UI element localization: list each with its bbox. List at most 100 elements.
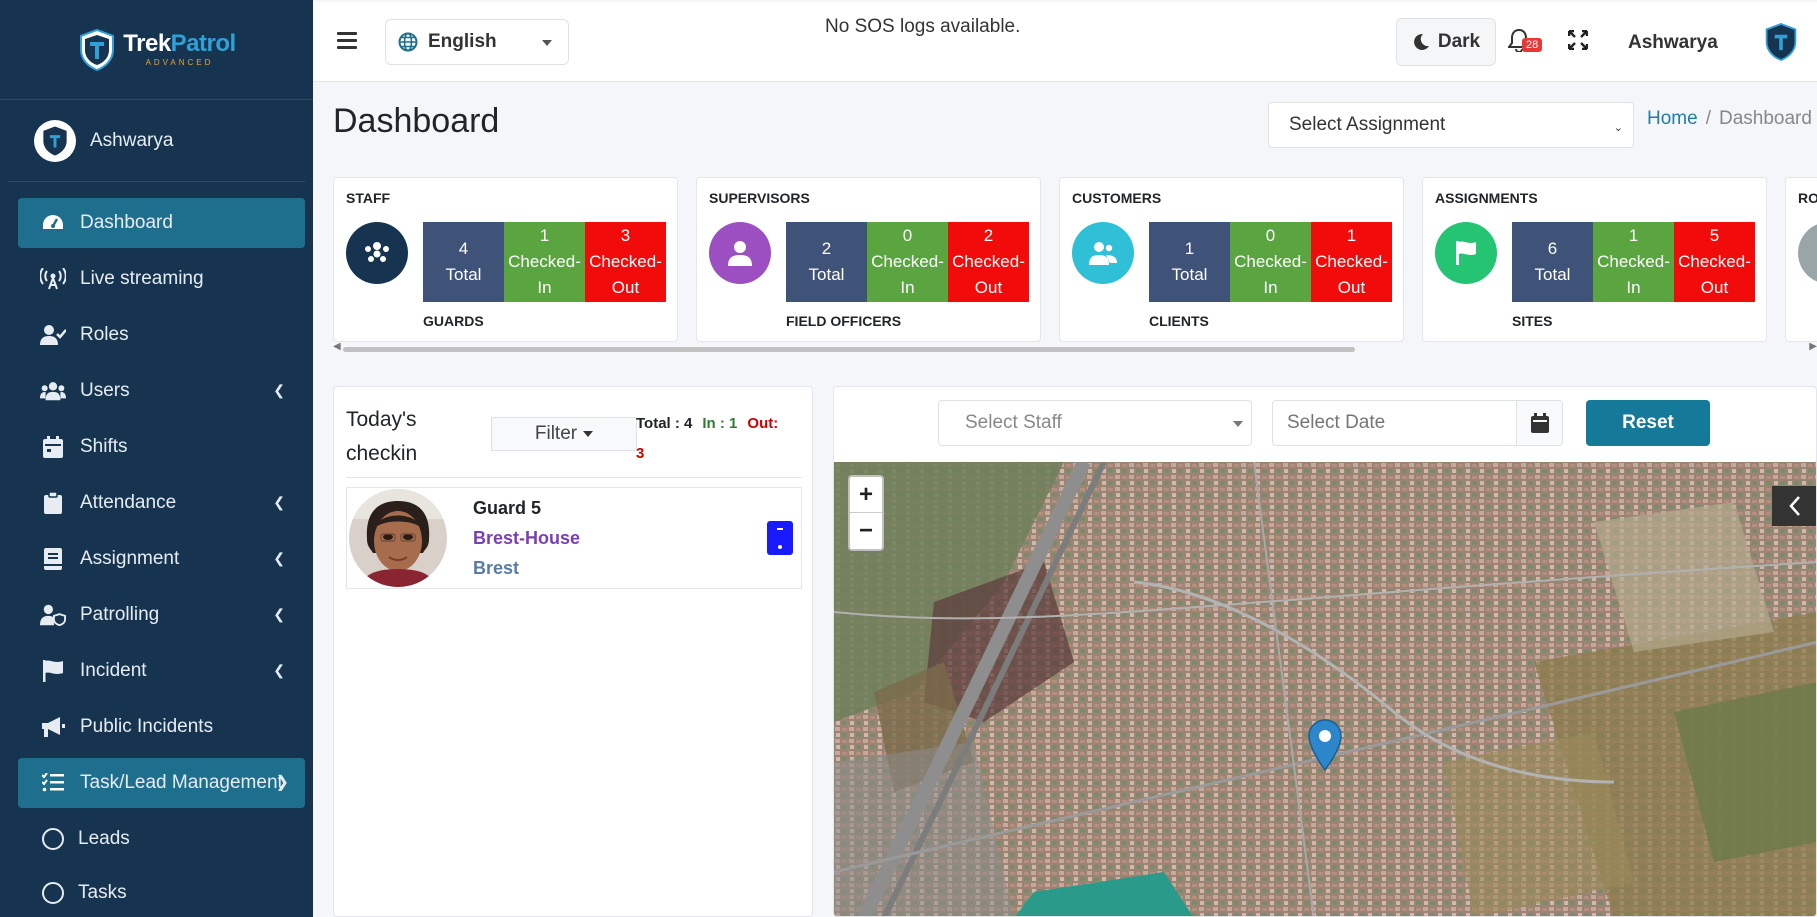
staff-select[interactable]: Select Staff bbox=[938, 400, 1252, 446]
breadcrumb-current: Dashboard bbox=[1718, 108, 1812, 129]
circle-icon bbox=[42, 828, 64, 850]
dark-mode-label: Dark bbox=[1437, 31, 1481, 52]
guards-icon bbox=[346, 222, 408, 284]
shield-avatar-icon bbox=[43, 125, 67, 156]
sidebar-item-dashboard[interactable]: Dashboard bbox=[18, 198, 305, 248]
flag-icon bbox=[40, 660, 66, 682]
checked-in-box[interactable]: 0 Checked-In bbox=[867, 222, 948, 302]
zoom-out-button[interactable]: − bbox=[850, 513, 882, 549]
checked-out-value: 1 bbox=[1346, 226, 1357, 245]
total-count-box[interactable]: 4 Total bbox=[423, 222, 504, 302]
checked-in-box[interactable]: 0 Checked-In bbox=[1230, 222, 1311, 302]
chevron-down-icon: ❯ bbox=[275, 774, 289, 791]
checked-out-label: Checked-Out bbox=[1678, 252, 1751, 297]
total-label: Total bbox=[1171, 265, 1208, 284]
checkin-title: Today's checkin bbox=[346, 408, 418, 465]
customers-card: CUSTOMERS 1 Total 0 Checked-In 1 Checked-Ou… bbox=[1059, 177, 1404, 342]
card-title: SUPERVISORS bbox=[709, 190, 810, 206]
checked-out-label: Checked-Out bbox=[952, 252, 1025, 297]
supervisors-card: SUPERVISORS 2 Total 0 Checked-In 2 Checked-… bbox=[696, 177, 1041, 342]
trekpatrol-logo[interactable]: TrekPatrol ADVANCED bbox=[77, 28, 236, 72]
total-count-box[interactable]: 6 Total bbox=[1512, 222, 1593, 302]
total-count-box[interactable]: 2 Total bbox=[786, 222, 867, 302]
sidebar-item-label: Dashboard bbox=[80, 212, 173, 233]
sidebar-item-label: Task/Lead Management bbox=[80, 772, 283, 793]
scrollbar-thumb[interactable] bbox=[343, 347, 1355, 352]
sidebar-item-label: Incident bbox=[80, 660, 147, 681]
date-input[interactable] bbox=[1272, 400, 1517, 446]
sidebar-item-shifts[interactable]: Shifts bbox=[18, 422, 305, 472]
sidebar-user-panel[interactable]: Ashwarya bbox=[8, 100, 305, 182]
user-menu-avatar[interactable] bbox=[1763, 22, 1799, 67]
user-icon bbox=[709, 222, 771, 284]
checked-out-value: 5 bbox=[1709, 226, 1720, 245]
list-item[interactable]: Guard 5 Brest-House Brest bbox=[346, 487, 802, 589]
dark-mode-toggle[interactable]: Dark bbox=[1396, 18, 1496, 66]
sidebar-item-incident[interactable]: Incident ❮ bbox=[18, 646, 305, 696]
card-title: STAFF bbox=[346, 190, 391, 206]
checked-in-value: 1 bbox=[539, 226, 550, 245]
chevron-left-icon: ❮ bbox=[273, 494, 285, 510]
breadcrumb-home-link[interactable]: Home bbox=[1647, 108, 1698, 129]
sidebar-subitem-tasks[interactable]: Tasks bbox=[18, 868, 305, 917]
sidebar-item-task-lead-management[interactable]: Task/Lead Management ❯ bbox=[18, 758, 305, 808]
guard-site[interactable]: Brest-House bbox=[473, 528, 580, 549]
language-select[interactable]: English bbox=[385, 19, 569, 65]
map-marker-icon[interactable] bbox=[1308, 719, 1342, 776]
sidebar-item-label: Shifts bbox=[80, 436, 128, 457]
checked-in-box[interactable]: 1 Checked-In bbox=[504, 222, 585, 302]
in-count: In : 1 bbox=[702, 415, 738, 432]
total-value: 2 bbox=[821, 239, 832, 258]
satellite-map[interactable]: + − bbox=[834, 462, 1816, 916]
checked-out-box[interactable]: 5 Checked-Out bbox=[1674, 222, 1755, 302]
checkin-counts: Total : 4 In : 1 Out: 3 bbox=[636, 409, 806, 469]
card-subtitle: CLIENTS bbox=[1149, 313, 1209, 329]
sidebar-user-name: Ashwarya bbox=[90, 129, 174, 151]
top-user-name[interactable]: Ashwarya bbox=[1628, 32, 1718, 54]
zoom-in-button[interactable]: + bbox=[850, 477, 882, 513]
sidebar-item-live-streaming[interactable]: Live streaming bbox=[18, 254, 305, 304]
assignment-select[interactable]: Select Assignment ⌄ bbox=[1268, 102, 1634, 148]
sidebar-item-assignment[interactable]: Assignment ❮ bbox=[18, 534, 305, 584]
sidebar-subitem-leads[interactable]: Leads bbox=[18, 814, 305, 864]
filter-button[interactable]: Filter bbox=[491, 417, 637, 451]
total-value: 6 bbox=[1547, 239, 1558, 258]
checked-out-box[interactable]: 3 Checked-Out bbox=[585, 222, 666, 302]
scroll-left-icon[interactable]: ◀ bbox=[333, 341, 341, 352]
sidebar-item-users[interactable]: Users ❮ bbox=[18, 366, 305, 416]
sidebar-item-patrolling[interactable]: Patrolling ❮ bbox=[18, 590, 305, 640]
avatar bbox=[34, 119, 76, 162]
topbar: English No SOS logs available. Dark 28 A… bbox=[313, 2, 1817, 82]
map-panel-toggle[interactable] bbox=[1772, 486, 1816, 526]
total-label: Total bbox=[1534, 265, 1571, 284]
calendar-button[interactable] bbox=[1516, 400, 1563, 446]
reset-button[interactable]: Reset bbox=[1586, 400, 1710, 446]
checked-in-label: Checked-In bbox=[1234, 252, 1307, 297]
sidebar-item-attendance[interactable]: Attendance ❮ bbox=[18, 478, 305, 528]
chevron-left-icon: ❮ bbox=[273, 606, 285, 622]
guard-photo bbox=[349, 489, 447, 587]
checked-in-box[interactable]: 1 Checked-In bbox=[1593, 222, 1674, 302]
user-shield-icon bbox=[40, 604, 66, 626]
scroll-right-icon[interactable]: ▶ bbox=[1809, 341, 1817, 352]
total-label: Total bbox=[445, 265, 482, 284]
card-title: CUSTOMERS bbox=[1072, 190, 1162, 206]
mobile-device-icon[interactable] bbox=[767, 521, 793, 555]
hamburger-menu-icon[interactable] bbox=[337, 32, 357, 53]
sidebar-subitem-label: Leads bbox=[78, 828, 130, 849]
sidebar-item-roles[interactable]: Roles bbox=[18, 310, 305, 360]
fullscreen-button[interactable] bbox=[1567, 29, 1589, 55]
checked-out-box[interactable]: 1 Checked-Out bbox=[1311, 222, 1392, 302]
checked-out-label: Checked-Out bbox=[589, 252, 662, 297]
sidebar-item-public-incidents[interactable]: Public Incidents bbox=[18, 702, 305, 752]
logo-subtitle: ADVANCED bbox=[145, 58, 214, 67]
card-subtitle: FIELD OFFICERS bbox=[786, 313, 902, 329]
cards-scrollbar[interactable]: ◀ ▶ bbox=[333, 341, 1817, 355]
total-count: Total : 4 bbox=[636, 415, 693, 432]
chevron-left-icon: ❮ bbox=[273, 550, 285, 566]
book-icon bbox=[40, 548, 66, 570]
sos-status: No SOS logs available. bbox=[825, 16, 1021, 37]
total-count-box[interactable]: 1 Total bbox=[1149, 222, 1230, 302]
checked-out-box[interactable]: 2 Checked-Out bbox=[948, 222, 1029, 302]
chevron-left-icon bbox=[1789, 496, 1800, 516]
